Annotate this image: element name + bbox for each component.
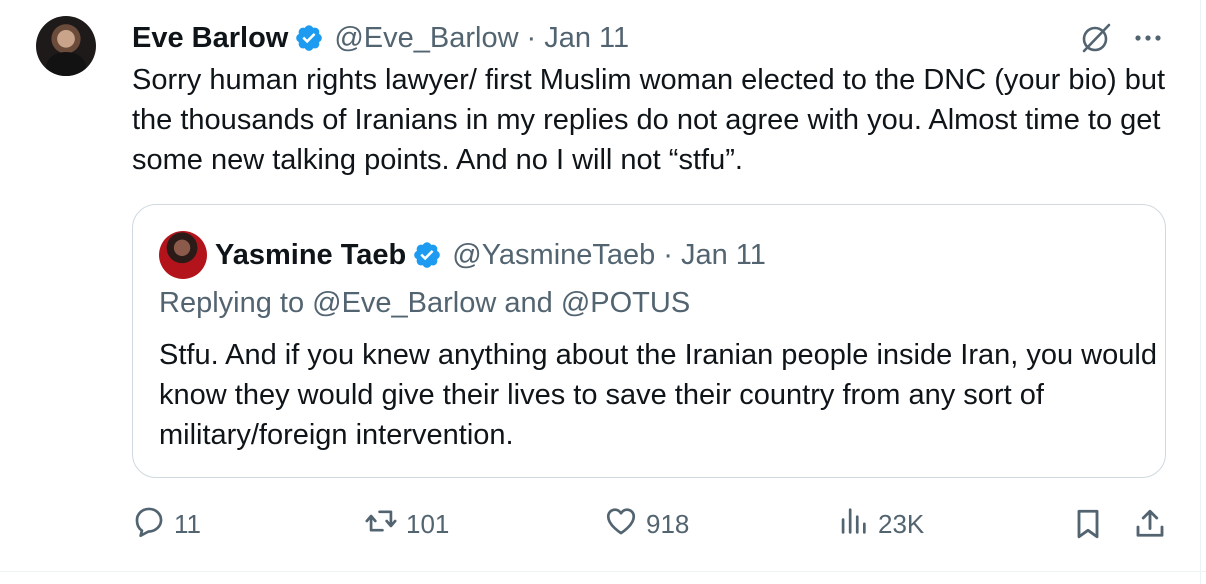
quoted-author-name[interactable]: Yasmine Taeb — [215, 239, 406, 272]
reply-icon — [132, 504, 174, 545]
reply-button[interactable]: 11 — [132, 504, 201, 544]
more-icon[interactable] — [1130, 22, 1166, 54]
verified-badge-icon[interactable] — [294, 23, 324, 53]
quoted-tweet-date[interactable]: Jan 11 — [681, 239, 766, 272]
quoted-tweet[interactable]: Yasmine Taeb @YasmineTaeb · Jan 11 Reply… — [132, 204, 1166, 478]
like-button[interactable]: 918 — [604, 504, 689, 544]
repost-button[interactable]: 101 — [364, 504, 449, 544]
grok-icon[interactable] — [1078, 20, 1114, 56]
quoted-header-separator: · — [663, 238, 673, 271]
tweet-text: Sorry human rights lawyer/ first Muslim … — [132, 64, 1166, 176]
tweet-header: Eve Barlow @Eve_Barlow · Jan 11 — [132, 18, 629, 58]
repost-count: 101 — [406, 508, 450, 539]
author-avatar[interactable] — [36, 16, 96, 96]
bookmark-icon[interactable] — [1070, 506, 1106, 542]
views-button[interactable]: 23K — [836, 504, 924, 544]
tweet-date[interactable]: Jan 11 — [544, 22, 629, 55]
action-bar: 11 101 918 23K — [0, 500, 1206, 550]
reply-count: 11 — [174, 508, 201, 539]
like-icon — [604, 504, 646, 545]
author-name[interactable]: Eve Barlow — [132, 22, 288, 55]
views-count: 23K — [878, 508, 925, 539]
replying-to-label: Replying to @Eve_Barlow and @POTUS — [159, 287, 691, 319]
quoted-author-handle[interactable]: @YasmineTaeb — [452, 239, 655, 272]
quoted-tweet-text: Stfu. And if you knew anything about the… — [159, 339, 1157, 451]
quoted-tweet-header: Yasmine Taeb @YasmineTaeb · Jan 11 — [215, 235, 766, 275]
right-divider — [1200, 0, 1201, 584]
header-separator: · — [526, 21, 537, 54]
share-icon[interactable] — [1132, 506, 1168, 542]
views-icon — [836, 504, 878, 545]
verified-badge-icon[interactable] — [412, 240, 442, 270]
bottom-divider — [0, 571, 1206, 572]
repost-icon — [364, 504, 406, 545]
quoted-author-avatar[interactable] — [159, 231, 207, 279]
author-handle[interactable]: @Eve_Barlow — [334, 22, 518, 55]
like-count: 918 — [646, 508, 690, 539]
